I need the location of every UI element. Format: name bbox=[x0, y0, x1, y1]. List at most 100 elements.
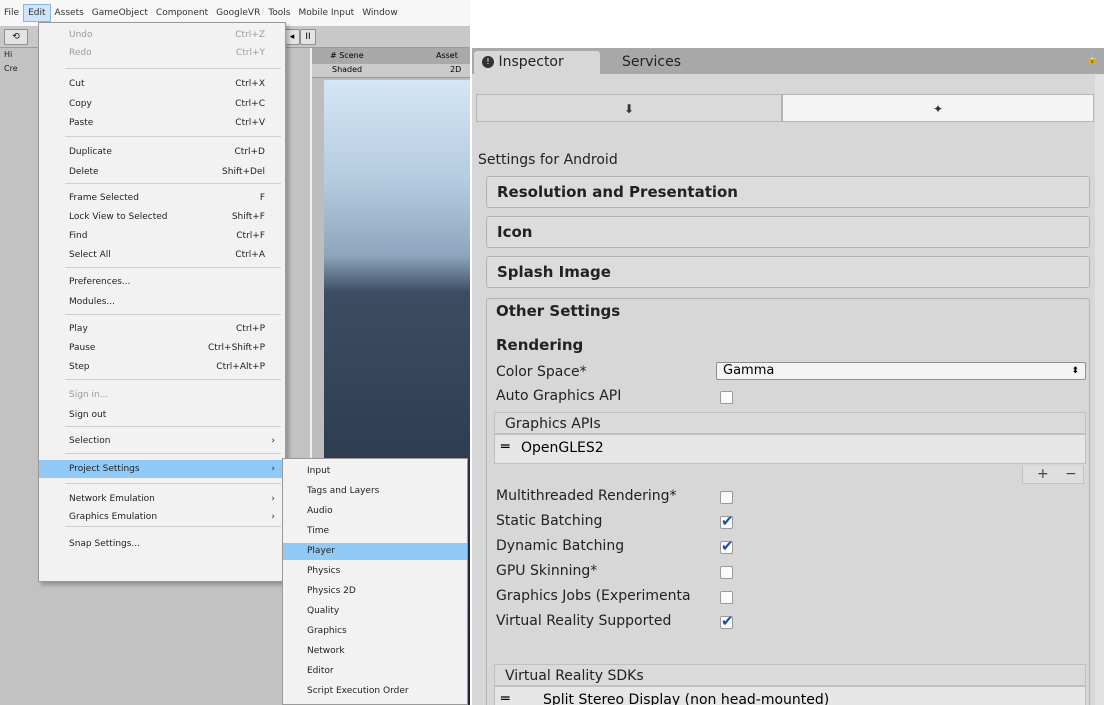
tab-inspector[interactable]: ! Inspector bbox=[474, 51, 600, 74]
menu-component[interactable]: Component bbox=[152, 5, 212, 21]
edit-menu-item[interactable]: Selection › bbox=[39, 432, 285, 450]
option-checkbox[interactable] bbox=[720, 591, 733, 604]
hand-tool-button[interactable]: ⟲ bbox=[4, 29, 28, 45]
option-label: Static Batching bbox=[496, 513, 603, 529]
play-button[interactable]: ◂ bbox=[284, 29, 300, 45]
other-settings-title[interactable]: Other Settings bbox=[496, 302, 620, 320]
menu-gameobject[interactable]: GameObject bbox=[88, 5, 152, 21]
edit-menu-item[interactable]: Delete Shift+Del bbox=[39, 163, 285, 181]
submenu-item-label: Network bbox=[307, 646, 345, 656]
submenu-item-label: Audio bbox=[307, 506, 333, 516]
menu-file[interactable]: File bbox=[0, 5, 23, 21]
edit-menu-item[interactable]: Duplicate Ctrl+D bbox=[39, 143, 285, 161]
plus-icon[interactable]: + bbox=[1037, 466, 1049, 482]
menu-item-label: Snap Settings... bbox=[69, 539, 141, 549]
menu-item-shortcut: Ctrl+C bbox=[235, 99, 265, 109]
hierarchy-tab[interactable]: Hi bbox=[4, 50, 12, 59]
color-space-label: Color Space* bbox=[496, 364, 587, 380]
edit-menu-item[interactable]: Pause Ctrl+Shift+P bbox=[39, 339, 285, 357]
option-label: Dynamic Batching bbox=[496, 538, 625, 554]
submenu-item-network[interactable]: Network bbox=[283, 643, 467, 660]
submenu-item-physics[interactable]: Physics bbox=[283, 563, 467, 580]
submenu-item-script-execution-order[interactable]: Script Execution Order bbox=[283, 683, 467, 700]
checkmark-icon: ✔ bbox=[721, 612, 734, 630]
submenu-item-quality[interactable]: Quality bbox=[283, 603, 467, 620]
tab-scene[interactable]: # Scene bbox=[330, 51, 364, 60]
menu-window[interactable]: Window bbox=[358, 5, 402, 21]
option-checkbox[interactable] bbox=[720, 566, 733, 579]
tab-asset-store[interactable]: Asset bbox=[436, 51, 458, 60]
menu-googlevr[interactable]: GoogleVR bbox=[212, 5, 264, 21]
submenu-item-label: Script Execution Order bbox=[307, 686, 409, 696]
vr-sdk-item[interactable]: ═ Split Stereo Display (non head-mounted… bbox=[495, 691, 1085, 705]
graphics-api-item[interactable]: ═ OpenGLES2 bbox=[495, 439, 1085, 461]
section-resolution-presentation[interactable]: Resolution and Presentation bbox=[486, 176, 1090, 208]
menu-separator bbox=[65, 526, 281, 527]
drag-handle-icon[interactable]: ═ bbox=[501, 691, 509, 705]
menu-item-label: Network Emulation bbox=[69, 494, 155, 504]
edit-menu-item[interactable]: Network Emulation › bbox=[39, 490, 285, 508]
section-splash-image[interactable]: Splash Image bbox=[486, 256, 1090, 288]
edit-menu-item[interactable]: Select All Ctrl+A bbox=[39, 246, 285, 264]
menu-separator bbox=[65, 483, 281, 484]
tab-services[interactable]: Services bbox=[614, 51, 724, 74]
menu-mobile-input[interactable]: Mobile Input bbox=[295, 5, 359, 21]
option-checkbox[interactable]: ✔ bbox=[720, 612, 734, 630]
submenu-item-editor[interactable]: Editor bbox=[283, 663, 467, 680]
color-space-value: Gamma bbox=[723, 363, 775, 378]
submenu-arrow-icon: › bbox=[271, 464, 275, 474]
submenu-item-player[interactable]: Player bbox=[283, 543, 467, 560]
inspector-scrollbar[interactable] bbox=[1095, 74, 1104, 705]
pause-button[interactable]: II bbox=[300, 29, 316, 45]
edit-menu-item[interactable]: Frame Selected F bbox=[39, 189, 285, 207]
submenu-item-tags-and-layers[interactable]: Tags and Layers bbox=[283, 483, 467, 500]
hierarchy-create-button[interactable]: Cre bbox=[4, 64, 18, 73]
menu-item-label: Preferences... bbox=[69, 277, 131, 287]
lock-icon[interactable]: 🔒 bbox=[1086, 54, 1098, 68]
submenu-item-physics-2d[interactable]: Physics 2D bbox=[283, 583, 467, 600]
section-icon[interactable]: Icon bbox=[486, 216, 1090, 248]
edit-menu-item[interactable]: Preferences... bbox=[39, 273, 285, 291]
menu-item-label: Sign in... bbox=[69, 390, 109, 400]
submenu-item-graphics[interactable]: Graphics bbox=[283, 623, 467, 640]
option-checkbox[interactable]: ✔ bbox=[720, 538, 734, 554]
2d-toggle[interactable]: 2D bbox=[450, 65, 461, 74]
edit-menu-item[interactable]: Snap Settings... bbox=[39, 535, 285, 553]
edit-menu-item[interactable]: Play Ctrl+P bbox=[39, 320, 285, 338]
option-checkbox[interactable]: ✔ bbox=[720, 513, 734, 529]
settings-for-label: Settings for Android bbox=[478, 152, 618, 168]
inspector-tabs: ! Inspector Services 🔒 bbox=[472, 48, 1104, 74]
edit-menu-item[interactable]: Modules... bbox=[39, 293, 285, 311]
edit-menu-item[interactable]: Find Ctrl+F bbox=[39, 227, 285, 245]
section-title: Splash Image bbox=[497, 263, 611, 281]
menu-tools[interactable]: Tools bbox=[264, 5, 294, 21]
menu-edit[interactable]: Edit bbox=[23, 4, 51, 22]
menu-item-label: Delete bbox=[69, 167, 99, 177]
menu-assets[interactable]: Assets bbox=[51, 5, 88, 21]
edit-menu-item[interactable]: Copy Ctrl+C bbox=[39, 95, 285, 113]
edit-menu-item[interactable]: Undo Ctrl+Z bbox=[39, 26, 285, 44]
submenu-item-time[interactable]: Time bbox=[283, 523, 467, 540]
unity-editor-left: File Edit Assets GameObject Component Go… bbox=[0, 0, 470, 705]
edit-menu-item[interactable]: Paste Ctrl+V bbox=[39, 114, 285, 132]
submenu-item-audio[interactable]: Audio bbox=[283, 503, 467, 520]
submenu-item-input[interactable]: Input bbox=[283, 463, 467, 480]
shading-mode-dropdown[interactable]: Shaded bbox=[332, 65, 362, 74]
platform-tab-android[interactable]: ✦ bbox=[782, 94, 1094, 122]
edit-menu-item[interactable]: Graphics Emulation › bbox=[39, 508, 285, 526]
download-icon: ⬇ bbox=[623, 102, 635, 116]
edit-menu-item[interactable]: Project Settings › bbox=[39, 460, 285, 478]
drag-handle-icon[interactable]: ═ bbox=[501, 439, 509, 455]
edit-menu-item[interactable]: Step Ctrl+Alt+P bbox=[39, 358, 285, 376]
edit-menu-item[interactable]: Sign in... bbox=[39, 386, 285, 404]
auto-graphics-api-checkbox[interactable] bbox=[720, 391, 733, 404]
edit-menu-item[interactable]: Cut Ctrl+X bbox=[39, 75, 285, 93]
option-checkbox[interactable] bbox=[720, 491, 733, 504]
minus-icon[interactable]: − bbox=[1065, 466, 1077, 482]
edit-menu-item[interactable]: Sign out bbox=[39, 406, 285, 424]
menu-item-shortcut: Ctrl+Shift+P bbox=[208, 343, 265, 353]
platform-tab-standalone[interactable]: ⬇ bbox=[476, 94, 782, 122]
edit-menu-item[interactable]: Lock View to Selected Shift+F bbox=[39, 208, 285, 226]
edit-menu-item[interactable]: Redo Ctrl+Y bbox=[39, 44, 285, 62]
color-space-dropdown[interactable]: Gamma ⬍ bbox=[716, 362, 1086, 380]
